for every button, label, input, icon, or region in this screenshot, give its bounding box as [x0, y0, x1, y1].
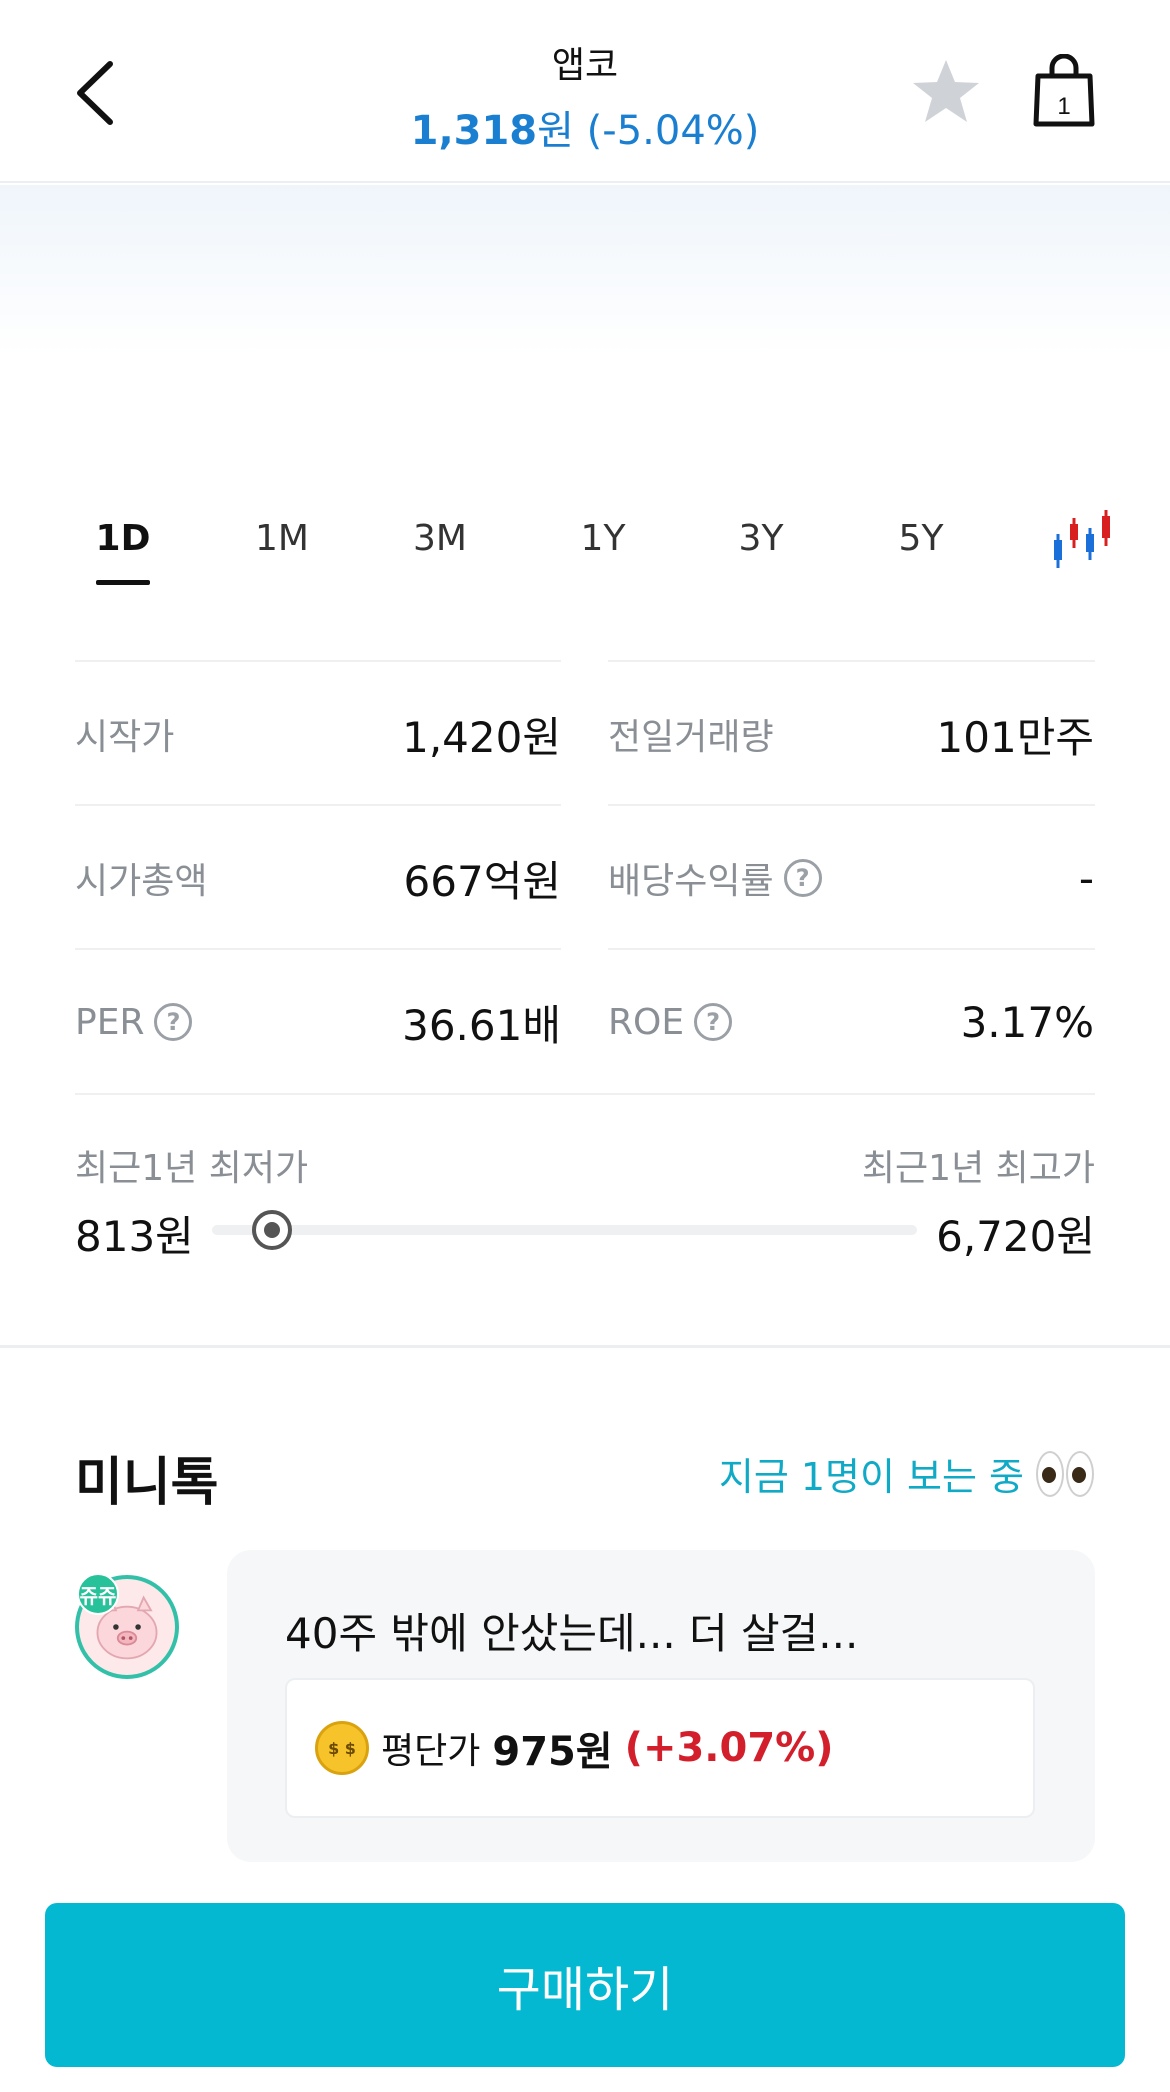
price-change: (-5.04%) — [586, 108, 760, 154]
stock-stats: 시작가 1,420원 전일거래량 101만주 시가총액 667억원 배당수익률 … — [75, 660, 1095, 1092]
stat-label-with-help: 배당수익률 ? — [608, 852, 822, 904]
stat-value: 667억원 — [403, 856, 561, 906]
avg-price-label: 평단가 — [381, 1731, 481, 1772]
chat-bubble[interactable]: 40주 밖에 안샀는데... 더 살걸... $ $ 평단가 975원 (+3.… — [227, 1550, 1095, 1862]
stats-row: 시작가 1,420원 전일거래량 101만주 — [75, 660, 1095, 804]
avg-price-change: (+3.07%) — [624, 1725, 834, 1771]
tab-3m[interactable]: 3M — [395, 518, 485, 559]
cart-count: 1 — [1057, 93, 1070, 120]
stat-label-with-help: ROE ? — [608, 1001, 733, 1043]
stat-prev-volume: 전일거래량 101만주 — [608, 662, 1094, 806]
tab-3y[interactable]: 3Y — [716, 518, 806, 559]
shopping-bag-icon[interactable]: 1 — [1030, 53, 1098, 130]
star-icon[interactable] — [910, 56, 982, 128]
stat-label: PER — [75, 1001, 145, 1043]
stock-name: 앱코 — [551, 45, 619, 86]
tab-5y[interactable]: 5Y — [876, 518, 966, 559]
stat-value: 1,420원 — [402, 712, 561, 762]
stat-label-with-help: PER ? — [75, 1001, 193, 1043]
price-chart-area[interactable] — [0, 185, 1170, 355]
tab-1m[interactable]: 1M — [237, 518, 327, 559]
stat-label: 시작가 — [75, 717, 175, 758]
stat-value: 36.61배 — [402, 1000, 561, 1050]
period-tabs: 1D 1M 3M 1Y 3Y 5Y — [0, 500, 1170, 590]
buy-button[interactable]: 구매하기 — [45, 1903, 1125, 2067]
viewer-count[interactable]: 지금 1명이 보는 중 — [719, 1446, 1094, 1501]
viewer-text: 지금 1명이 보는 중 — [718, 1455, 1024, 1499]
help-icon[interactable]: ? — [154, 1003, 193, 1041]
stat-dividend: 배당수익률 ? - — [608, 806, 1094, 950]
help-icon[interactable]: ? — [694, 1003, 733, 1041]
avg-price-value: 975원 — [492, 1729, 613, 1775]
chat-message: 40주 밖에 안샀는데... 더 살걸... — [285, 1609, 859, 1658]
user-badge: 쥬쥬 — [77, 1573, 119, 1615]
active-tab-indicator — [96, 580, 150, 585]
stat-roe: ROE ? 3.17% — [608, 950, 1094, 1094]
price-value: 1,318 — [410, 108, 538, 154]
money-face-icon: $ $ — [315, 1721, 369, 1775]
year-low-value: 813원 — [75, 1212, 194, 1261]
stat-label: 전일거래량 — [608, 717, 774, 758]
stat-value: 3.17% — [960, 997, 1094, 1047]
stats-row: 시가총액 667억원 배당수익률 ? - — [75, 804, 1095, 948]
average-price-card: $ $ 평단가 975원 (+3.07%) — [285, 1678, 1035, 1818]
help-icon[interactable]: ? — [783, 859, 822, 897]
stat-label: 배당수익률 — [608, 861, 774, 902]
tab-1d[interactable]: 1D — [78, 518, 168, 559]
section-divider — [0, 1345, 1170, 1348]
tab-1y[interactable]: 1Y — [558, 518, 648, 559]
stats-row: PER ? 36.61배 ROE ? 3.17% — [75, 948, 1095, 1092]
year-price-range: 최근1년 최저가 최근1년 최고가 813원 6,720원 — [75, 1093, 1095, 1263]
eyes-icon — [1036, 1450, 1094, 1497]
price-unit: 원 — [537, 108, 574, 154]
stat-open: 시작가 1,420원 — [75, 662, 561, 806]
current-price: 1,318원 (-5.04%) — [0, 98, 1170, 156]
candlestick-icon[interactable] — [1050, 508, 1116, 572]
stat-label: 시가총액 — [75, 861, 208, 902]
current-price-marker — [251, 1210, 292, 1250]
stat-label: ROE — [608, 1001, 685, 1043]
avatar[interactable]: 쥬쥬 — [75, 1573, 179, 1679]
stat-value: 101만주 — [936, 712, 1094, 762]
range-track — [212, 1225, 917, 1235]
top-bar: 앱코 1,318원 (-5.04%) 1 — [0, 0, 1170, 183]
stat-value: - — [1078, 853, 1094, 903]
year-high-value: 6,720원 — [936, 1212, 1095, 1261]
stat-per: PER ? 36.61배 — [75, 950, 561, 1094]
stat-market-cap: 시가총액 667억원 — [75, 806, 561, 950]
year-low-label: 최근1년 최저가 — [75, 1148, 309, 1189]
year-high-label: 최근1년 최고가 — [861, 1148, 1095, 1189]
title-block: 앱코 1,318원 (-5.04%) — [0, 36, 1170, 156]
minitalk-title: 미니톡 — [75, 1453, 219, 1513]
